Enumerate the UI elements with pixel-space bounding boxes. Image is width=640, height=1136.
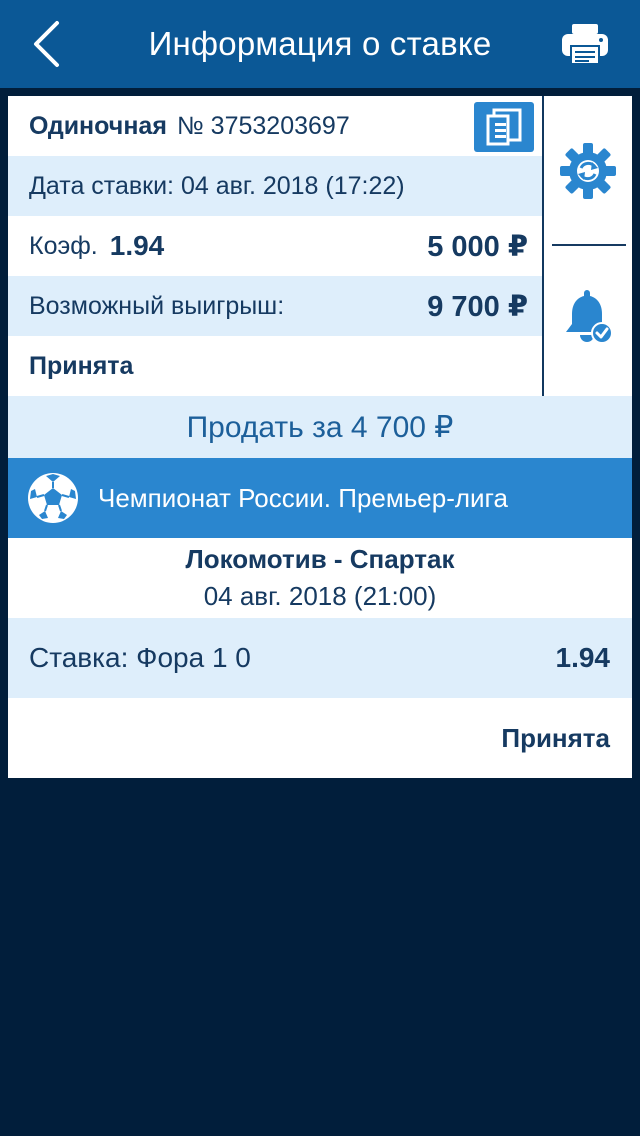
sell-bet-button[interactable]: Продать за 4 700 ₽ [8,396,632,458]
bet-number: № 3753203697 [176,111,350,140]
event-status: Принята [501,722,610,753]
possible-win-value: 9 700 ₽ [427,290,528,323]
print-button[interactable] [560,20,610,68]
match-info: Локомотив - Спартак 04 авг. 2018 (21:00) [8,538,632,618]
printer-icon [562,24,608,65]
match-teams: Локомотив - Спартак [185,544,455,574]
copy-button[interactable] [474,102,534,152]
side-divider [552,244,626,246]
stake-label: Ставка: Фора 1 0 [29,642,251,673]
league-header: Чемпионат России. Премьер-лига [8,458,632,538]
bet-summary: Одиночная № 3753203697 Дата ставки: 04 а… [8,96,542,396]
possible-win-label: Возможный выигрыш: [29,291,285,320]
notification-button[interactable] [544,284,632,354]
match-date: 04 авг. 2018 (21:00) [203,581,437,611]
back-button[interactable] [26,18,66,70]
bet-status: Принята [29,351,134,380]
coef-value: 1.94 [109,230,165,261]
coef-label: Коэф. [29,231,98,260]
bet-type: Одиночная [29,111,167,140]
stake-odd: 1.94 [555,642,611,673]
bet-amount: 5 000 ₽ [427,230,528,263]
bell-check-icon [566,290,613,344]
top-bar: Информация о ставке [0,0,640,88]
bet-status-row: Принята [8,336,542,396]
coef-row: Коэф. 1.94 5 000 ₽ [8,216,542,276]
possible-win-row: Возможный выигрыш: 9 700 ₽ [8,276,542,336]
gear-refresh-icon [560,143,616,199]
soccer-ball-icon [28,473,78,523]
bet-type-row: Одиночная № 3753203697 [8,96,542,156]
copy-icon [486,108,522,146]
bet-card: Одиночная № 3753203697 Дата ставки: 04 а… [8,96,632,778]
chevron-left-icon [34,21,59,67]
page-title: Информация о ставке [148,25,492,62]
side-actions [542,96,632,396]
bet-settings-button[interactable] [544,136,632,206]
stake-row: Ставка: Фора 1 0 1.94 [8,618,632,698]
bet-date: Дата ставки: 04 авг. 2018 (17:22) [29,171,405,200]
bet-date-row: Дата ставки: 04 авг. 2018 (17:22) [8,156,542,216]
league-name: Чемпионат России. Премьер-лига [98,482,508,513]
